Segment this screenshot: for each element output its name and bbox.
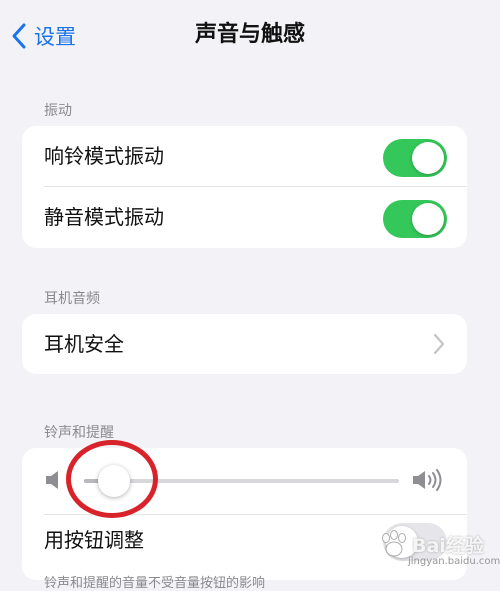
navigation-bar: 设置 声音与触感 xyxy=(0,0,500,70)
adjust-with-buttons-label: 用按钮调整 xyxy=(44,528,144,552)
section-header-ringtone-alerts: 铃声和提醒 xyxy=(44,425,114,441)
silent-vibrate-row: 静音模式振动 xyxy=(22,187,467,247)
ringer-vibrate-toggle[interactable] xyxy=(383,139,447,177)
toggle-knob xyxy=(412,203,444,235)
section-header-vibration: 振动 xyxy=(44,103,72,119)
headphone-safety-row[interactable]: 耳机安全 xyxy=(22,314,467,374)
ringer-vibrate-row: 响铃模式振动 xyxy=(22,126,467,186)
vibration-card: 响铃模式振动 静音模式振动 xyxy=(22,126,467,248)
ringtone-alerts-card: 用按钮调整 xyxy=(22,448,467,580)
speaker-muted-icon xyxy=(46,471,58,489)
adjust-with-buttons-row: 用按钮调整 xyxy=(22,510,467,570)
silent-vibrate-label: 静音模式振动 xyxy=(44,205,164,229)
volume-track[interactable] xyxy=(84,465,399,497)
watermark-url: jingyan.baidu.com xyxy=(408,556,500,567)
page-title: 声音与触感 xyxy=(194,22,305,47)
section-header-headphone-audio: 耳机音频 xyxy=(44,291,100,307)
toggle-knob xyxy=(412,142,444,174)
silent-vibrate-toggle[interactable] xyxy=(383,200,447,238)
volume-thumb[interactable] xyxy=(98,465,131,497)
speaker-loud-icon xyxy=(413,469,442,491)
toggle-knob xyxy=(386,526,418,558)
ringer-vibrate-label: 响铃模式振动 xyxy=(44,144,164,168)
chevron-right-icon xyxy=(433,333,445,355)
headphone-audio-card: 耳机安全 xyxy=(22,314,467,374)
ringer-volume-slider[interactable] xyxy=(22,448,467,514)
headphone-safety-label: 耳机安全 xyxy=(44,332,124,356)
